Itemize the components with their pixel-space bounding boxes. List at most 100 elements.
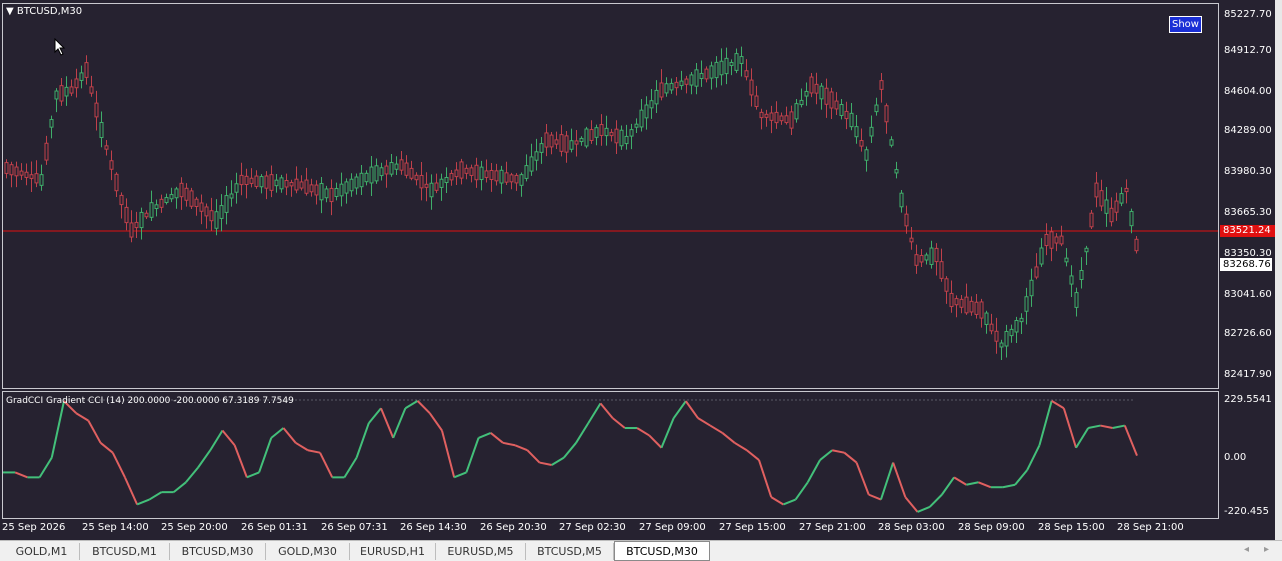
chart-tab-bar: GOLD,M1 BTCUSD,M1 BTCUSD,M30 GOLD,M30 EURUSD… [0,540,1282,561]
chart-window[interactable]: ▼ BTCUSD,M30 Show GradCCI Gradient CCI (… [0,0,1282,540]
candle-body [1029,279,1034,297]
cci-segment [428,412,443,432]
candle-body [609,131,614,137]
candle-body [164,197,169,203]
tab-eurusd-m5[interactable]: EURUSD,M5 [436,543,526,560]
candle-body [524,165,529,179]
candle-body [24,171,29,178]
candle-body [104,145,109,150]
tab-gold-m30[interactable]: GOLD,M30 [266,543,350,560]
cci-segment [928,493,943,508]
cci-segment [709,424,723,434]
candle-body [339,183,344,197]
candle-body [479,166,484,181]
candle-body [444,176,449,184]
cci-segment [404,400,419,410]
candle-body [59,85,64,102]
candle-body [579,137,584,143]
cci-segment [368,407,382,424]
cci-segment [1112,424,1126,430]
candle-body [979,301,984,319]
cci-segment [539,461,552,467]
candle-body [1059,235,1064,245]
candle-body [354,176,359,189]
candle-body [624,135,629,145]
candle-body [139,211,144,229]
candle-body [144,212,149,218]
candle-body [229,193,234,199]
candle-body [1119,193,1124,204]
cci-segment [819,449,833,461]
candle-body [299,181,304,189]
tab-gold-m1[interactable]: GOLD,M1 [4,543,80,560]
candle-body [514,174,519,184]
candle-body [614,128,619,144]
candle-body [1064,257,1069,263]
candle-body [834,100,839,110]
cci-segment [978,481,992,489]
candle-body [439,178,444,188]
cci-segment [587,402,602,424]
cci-segment [783,498,796,506]
time-label: 26 Sep 20:30 [480,522,547,533]
candle-body [289,181,294,187]
candle-body [244,175,249,185]
candle-body [159,198,164,208]
candle-body [249,177,254,184]
candle-body [369,166,374,184]
candle-body [904,213,909,227]
price-level-label: 82726.60 [1224,328,1272,339]
scroll-right-icon[interactable]: ▸ [1264,544,1269,555]
cci-segment [380,407,395,439]
cci-segment [660,417,675,449]
candle-body [664,83,669,94]
candle-body [569,140,574,150]
candle-body [434,182,439,191]
candle-body [194,198,199,207]
cci-segment [111,452,126,478]
vertical-scrollbar[interactable] [1275,0,1282,540]
candle-body [304,179,309,194]
candle-body [204,206,209,217]
candle-body [149,202,154,218]
candle-body [814,83,819,94]
candle-body [379,167,384,177]
tab-btcusd-m1[interactable]: BTCUSD,M1 [80,543,170,560]
tab-btcusd-m30[interactable]: BTCUSD,M30 [614,541,710,561]
candle-body [499,169,504,184]
cci-segment [75,412,89,422]
cci-segment [502,441,516,447]
candle-body [89,86,94,94]
tab-btcusd-m5[interactable]: BTCUSD,M5 [526,543,614,560]
candle-body [1134,238,1139,252]
candle-body [529,156,534,172]
cci-segment [355,422,370,458]
candle-body [454,169,459,178]
candle-body [619,129,624,147]
candle-body [679,80,684,87]
candle-body [969,300,974,313]
cci-segment [868,493,882,501]
candle-body [989,323,994,332]
cci-segment [221,429,236,446]
candle-body [824,87,829,105]
candle-body [999,342,1004,348]
price-level-label: 84604.00 [1224,86,1272,97]
time-label: 25 Sep 20:00 [161,522,228,533]
scroll-left-icon[interactable]: ◂ [1244,544,1249,555]
candle-body [409,167,414,179]
candle-body [634,123,639,128]
candle-body [1034,266,1039,278]
show-button[interactable]: Show [1169,16,1202,33]
chart-canvas [3,46,1218,513]
candle-body [374,165,379,182]
tab-eurusd-h1[interactable]: EURUSD,H1 [350,543,436,560]
candle-body [1014,319,1019,333]
candle-body [594,127,599,138]
price-level-label: 83665.30 [1224,207,1272,218]
tab-btcusd-m30[interactable]: BTCUSD,M30 [170,543,266,560]
candle-body [809,76,814,94]
time-label: 26 Sep 07:31 [321,522,388,533]
candle-body [269,174,274,191]
indicator-title: GradCCI Gradient CCI (14) 200.0000 -200.… [6,396,294,406]
